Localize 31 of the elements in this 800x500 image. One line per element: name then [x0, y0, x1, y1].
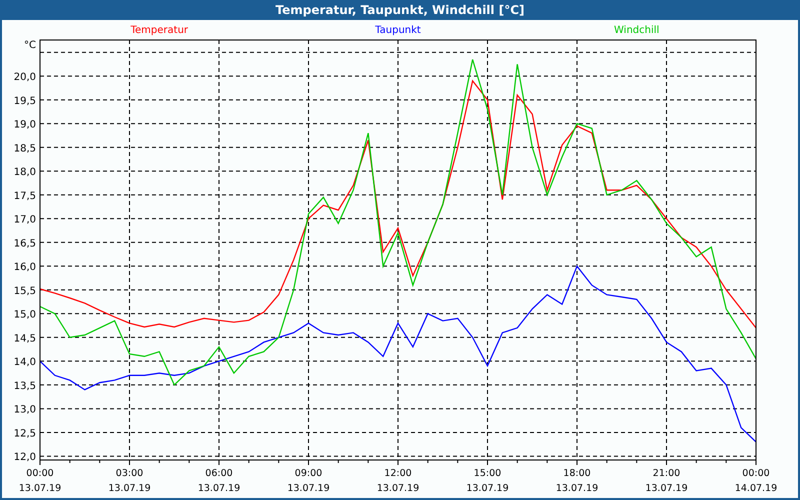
x-tick-label: 18:00 13.07.19: [556, 468, 598, 494]
y-axis-unit: °C: [24, 40, 36, 51]
legend-label: Taupunkt: [375, 25, 421, 36]
y-tick-label: 14,0: [14, 357, 36, 368]
y-tick-label: 12,0: [14, 452, 36, 464]
x-tick-label: 09:00 13.07.19: [287, 468, 330, 494]
y-tick-label: 16,5: [14, 238, 36, 250]
x-tick-label: 03:00 13.07.19: [108, 468, 151, 494]
x-tick-label: 12:00 13.07.19: [376, 468, 420, 494]
x-tick-label: 21:00 13.07.19: [645, 468, 688, 494]
y-tick-label: 13,5: [14, 380, 36, 392]
y-tick-label: 18,5: [14, 143, 36, 154]
y-tick-label: 14,5: [14, 333, 36, 344]
legend-label: Windchill: [614, 25, 660, 36]
y-tick-label: 13,0: [14, 404, 36, 416]
window-title: Temperatur, Taupunkt, Windchill [°C]: [274, 2, 526, 19]
y-tick-label: 15,0: [14, 310, 36, 321]
legend-label: Temperatur: [130, 25, 188, 36]
y-tick-label: 15,5: [14, 286, 36, 297]
y-tick-label: 19,0: [14, 120, 36, 131]
y-tick-label: 18,0: [14, 167, 36, 178]
y-tick-label: 17,5: [14, 190, 36, 202]
x-tick-label: 15:00 13.07.19: [466, 468, 509, 494]
y-tick-label: 16,0: [14, 262, 36, 274]
y-tick-label: 19,5: [14, 96, 36, 107]
x-tick-label: 06:00 13.07.19: [198, 468, 240, 494]
x-tick-label: 00:00 13.07.19: [18, 468, 62, 494]
y-tick-label: 17,0: [14, 214, 36, 226]
y-tick-label: 20,0: [14, 72, 36, 84]
x-tick-label: 00:00 14.07.19: [734, 468, 778, 494]
y-tick-label: 12,5: [14, 428, 36, 440]
